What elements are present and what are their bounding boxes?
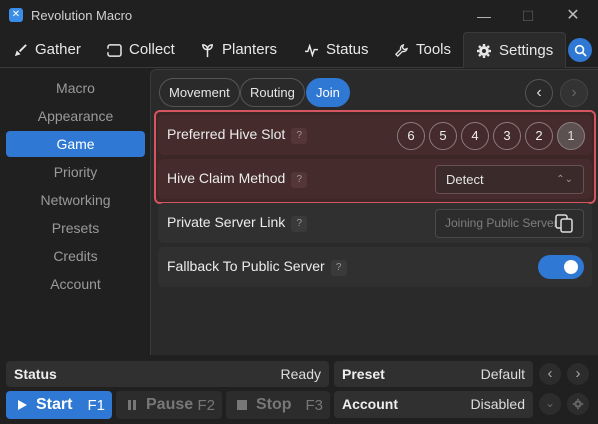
tab-label: Tools — [416, 41, 452, 58]
tab-status[interactable]: Status — [304, 32, 369, 68]
ticket-icon — [107, 43, 122, 57]
stop-button[interactable]: Stop F3 — [226, 391, 330, 419]
tab-collect[interactable]: Collect — [107, 32, 175, 68]
sidebar-item-networking[interactable]: Networking — [6, 187, 145, 213]
tab-label: Status — [326, 41, 369, 58]
preset-label: Preset — [342, 366, 385, 382]
tab-planters[interactable]: Planters — [200, 32, 277, 68]
account-label: Account — [342, 396, 398, 412]
subtab-routing[interactable]: Routing — [240, 78, 305, 107]
tab-label: Planters — [222, 41, 278, 58]
subtab-prev-button[interactable]: ‹ — [525, 79, 553, 107]
pause-button[interactable]: Pause F2 — [116, 391, 222, 419]
subtab-movement[interactable]: Movement — [159, 78, 240, 107]
close-button[interactable]: ✕ — [563, 6, 583, 26]
pause-label: Pause — [146, 396, 194, 413]
account-expand-button[interactable]: ⌄ — [539, 393, 561, 415]
sidebar-item-presets[interactable]: Presets — [6, 215, 145, 241]
gear-icon — [572, 398, 584, 410]
sidebar-item-appearance[interactable]: Appearance — [6, 103, 145, 129]
toggle-knob — [564, 260, 578, 274]
hive-slot-row: Preferred Hive Slot? 6 5 4 3 2 1 — [158, 115, 592, 155]
settings-sidebar: Macro Appearance Game Priority Networkin… — [0, 69, 150, 355]
hive-claim-select[interactable]: Detect ⌃⌄ — [435, 165, 584, 194]
private-server-label: Private Server Link — [167, 214, 286, 230]
hive-claim-label-wrap: Hive Claim Method? — [167, 170, 308, 188]
preset-box[interactable]: Preset Default — [334, 361, 533, 387]
tab-gather[interactable]: Gather — [13, 32, 81, 68]
tab-label: Settings — [499, 41, 554, 59]
status-label: Status — [14, 366, 57, 382]
sidebar-item-account[interactable]: Account — [6, 271, 145, 297]
tab-tools[interactable]: Tools — [394, 32, 451, 68]
hive-claim-value: Detect — [446, 172, 484, 187]
private-server-placeholder: Joining Public Server — [445, 216, 558, 230]
sidebar-item-game[interactable]: Game — [6, 131, 145, 157]
fallback-row: Fallback To Public Server? — [158, 247, 592, 287]
account-settings-button[interactable] — [567, 393, 589, 415]
account-box: Account Disabled — [334, 391, 533, 418]
hive-claim-label: Hive Claim Method — [167, 170, 286, 186]
start-button[interactable]: Start F1 — [6, 391, 112, 419]
pulse-icon — [305, 43, 318, 57]
wrench-icon — [394, 43, 409, 57]
sprout-icon — [202, 43, 213, 57]
hive-slot-4[interactable]: 4 — [461, 122, 489, 150]
search-button[interactable] — [568, 38, 592, 62]
hive-slot-5[interactable]: 5 — [429, 122, 457, 150]
help-icon[interactable]: ? — [291, 128, 308, 144]
status-box: Status Ready — [6, 361, 329, 387]
hive-slot-label: Preferred Hive Slot — [167, 126, 286, 142]
private-server-label-wrap: Private Server Link? — [167, 214, 308, 232]
sidebar-item-credits[interactable]: Credits — [6, 243, 145, 269]
hive-slot-label-wrap: Preferred Hive Slot? — [167, 126, 308, 144]
app-title: Revolution Macro — [31, 8, 133, 23]
help-icon[interactable]: ? — [291, 172, 308, 188]
stop-label: Stop — [256, 396, 292, 413]
stop-hotkey: F3 — [305, 396, 323, 414]
start-hotkey: F1 — [87, 396, 105, 414]
hive-slot-3[interactable]: 3 — [493, 122, 521, 150]
hive-slot-2[interactable]: 2 — [525, 122, 553, 150]
hive-claim-row: Hive Claim Method? Detect ⌃⌄ — [158, 159, 592, 199]
app-logo-icon: ✕ — [9, 8, 23, 22]
search-icon — [574, 44, 587, 57]
help-icon[interactable]: ? — [291, 216, 308, 232]
minimize-button[interactable]: — — [474, 6, 494, 26]
sidebar-item-priority[interactable]: Priority — [6, 159, 145, 185]
fallback-label-wrap: Fallback To Public Server? — [167, 258, 347, 276]
pause-icon — [128, 400, 136, 410]
preset-prev-button[interactable]: ‹ — [539, 363, 561, 385]
gear-icon — [477, 43, 491, 58]
play-icon — [18, 400, 27, 410]
account-value: Disabled — [470, 396, 525, 412]
maximize-button[interactable]: ☐ — [518, 6, 538, 26]
settings-content: Movement Routing Join ‹ › Preferred Hive… — [150, 69, 598, 355]
hive-slot-1[interactable]: 1 — [557, 122, 585, 150]
status-value: Ready — [280, 366, 321, 382]
start-label: Start — [36, 396, 73, 413]
preset-next-button[interactable]: › — [567, 363, 589, 385]
pause-hotkey: F2 — [197, 396, 215, 414]
fallback-label: Fallback To Public Server — [167, 258, 325, 274]
stop-icon — [237, 400, 247, 410]
select-caret-icon: ⌃⌄ — [556, 174, 573, 185]
title-bar: ✕ Revolution Macro — ☐ ✕ — [0, 0, 598, 32]
copy-icon[interactable] — [552, 209, 580, 237]
subtab-join[interactable]: Join — [306, 78, 350, 107]
preset-value: Default — [480, 366, 525, 382]
fallback-toggle[interactable] — [538, 255, 584, 279]
hive-slot-6[interactable]: 6 — [397, 122, 425, 150]
broom-icon — [14, 43, 27, 56]
help-icon[interactable]: ? — [330, 260, 347, 276]
tab-label: Collect — [129, 41, 175, 58]
private-server-row: Private Server Link? Joining Public Serv… — [158, 203, 592, 243]
main-tab-bar: Gather Collect Planters Status Tools Set… — [0, 32, 598, 68]
sidebar-item-macro[interactable]: Macro — [6, 75, 145, 101]
subtab-next-button[interactable]: › — [560, 79, 588, 107]
tab-label: Gather — [35, 41, 81, 58]
tab-settings[interactable]: Settings — [463, 32, 567, 68]
